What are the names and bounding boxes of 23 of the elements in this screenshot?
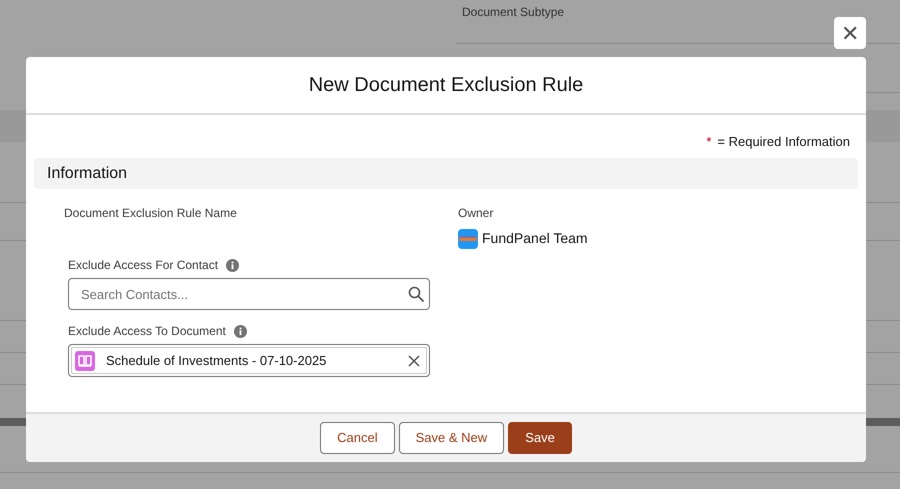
close-button[interactable]: ✕: [834, 17, 866, 49]
modal-title: New Document Exclusion Rule: [308, 73, 584, 98]
selected-document-field[interactable]: Schedule of Investments - 07-10-2025: [71, 347, 427, 374]
search-icon: [408, 286, 424, 302]
field-label: Document Subtype: [462, 4, 564, 21]
section-header: Information: [34, 158, 858, 189]
clear-icon[interactable]: [408, 354, 420, 366]
owner-name[interactable]: FundPanel Team: [482, 228, 588, 249]
save-button[interactable]: Save: [508, 422, 572, 454]
search-field[interactable]: Search Contacts...: [68, 278, 430, 310]
avatar-icon: [458, 228, 478, 248]
field-label: Exclude Access To Document: [68, 323, 226, 340]
required-note: = Required Information: [717, 133, 850, 152]
info-icon[interactable]: [226, 258, 240, 272]
field-label: Document Exclusion Rule Name: [64, 205, 238, 222]
footer-button[interactable]: Cancel: [320, 422, 395, 454]
required-mark: *: [706, 133, 712, 152]
footer-button[interactable]: Save & New: [398, 422, 504, 454]
selected-document: Schedule of Investments - 07-10-2025: [106, 352, 328, 370]
info-icon[interactable]: [234, 324, 247, 338]
field-label: Exclude Access For Contact: [68, 257, 218, 274]
field-label: Owner: [458, 205, 494, 222]
book-icon: [75, 350, 95, 370]
